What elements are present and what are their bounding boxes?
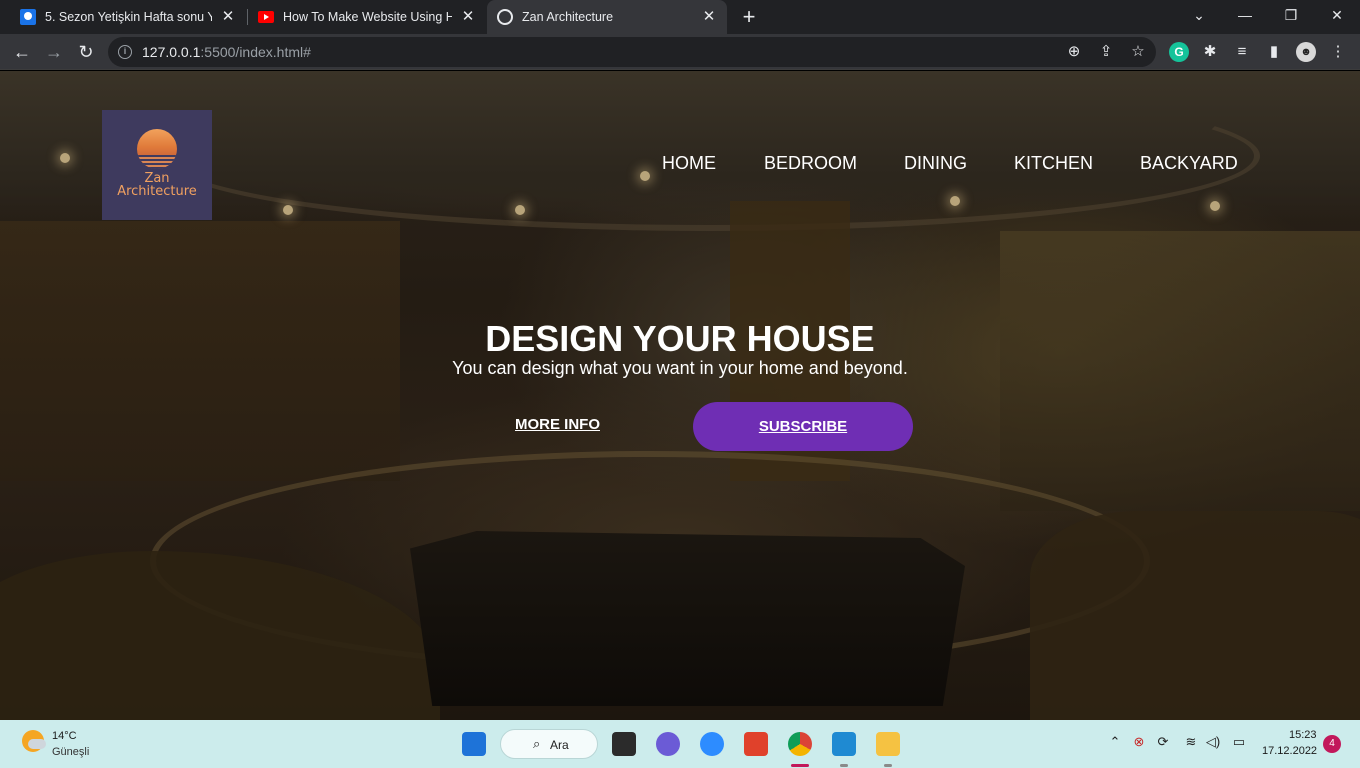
- logo-text: Zan Architecture: [102, 172, 212, 198]
- task-view-icon[interactable]: [612, 732, 636, 756]
- share-icon[interactable]: ⇪: [1096, 42, 1116, 62]
- battery-icon[interactable]: ▭: [1230, 734, 1248, 750]
- search-icon: ⌕: [533, 736, 541, 751]
- teams-chat-icon[interactable]: [656, 732, 680, 756]
- wifi-icon[interactable]: ≋: [1182, 734, 1200, 750]
- ceiling-light: [515, 205, 525, 215]
- site-info-icon[interactable]: i: [118, 45, 132, 59]
- chrome-active-indicator: [791, 764, 809, 767]
- clock-time[interactable]: 15:23: [1289, 729, 1317, 741]
- page-viewport: Zan Architecture HOME BEDROOM DINING KIT…: [0, 71, 1360, 720]
- nav-link-kitchen[interactable]: KITCHEN: [1014, 153, 1093, 175]
- maximize-button[interactable]: ❐: [1268, 0, 1314, 30]
- weather-temperature[interactable]: 14°C: [52, 730, 77, 742]
- ceiling-light: [1210, 201, 1220, 211]
- tab-title: 5. Sezon Yetişkin Hafta sonu Yazılım: [45, 10, 212, 24]
- logo-line-2: Architecture: [117, 184, 197, 199]
- side-panel-icon[interactable]: ▮: [1264, 42, 1284, 62]
- ceiling-light: [60, 153, 70, 163]
- logo-sun-icon: [137, 129, 177, 169]
- hero-subheadline: You can design what you want in your hom…: [452, 358, 908, 378]
- hero-headline: DESIGN YOUR HOUSE: [485, 318, 875, 359]
- url-host: 127.0.0.1: [142, 44, 201, 60]
- ceiling-light: [640, 171, 650, 181]
- media-control-icon[interactable]: ≡: [1232, 42, 1252, 62]
- clock-date[interactable]: 17.12.2022: [1262, 745, 1317, 757]
- back-button[interactable]: ←: [8, 38, 36, 66]
- browser-menu-icon[interactable]: ⋮: [1328, 42, 1348, 62]
- nav-link-dining[interactable]: DINING: [904, 153, 967, 175]
- classroom-icon: [20, 9, 36, 25]
- profile-avatar-icon[interactable]: ☻: [1296, 42, 1316, 62]
- extensions-puzzle-icon[interactable]: ✱: [1200, 42, 1220, 62]
- weather-description[interactable]: Güneşli: [52, 746, 89, 758]
- zoom-icon[interactable]: ⊕: [1064, 42, 1084, 62]
- volume-icon[interactable]: ◁): [1204, 734, 1222, 750]
- ceiling-light: [950, 196, 960, 206]
- vscode-icon[interactable]: [832, 732, 856, 756]
- youtube-icon: [258, 11, 274, 23]
- ceiling-light: [283, 205, 293, 215]
- close-tab-icon[interactable]: ✕: [701, 9, 717, 25]
- weather-icon[interactable]: [22, 730, 46, 752]
- sync-icon[interactable]: ⟳: [1154, 734, 1172, 750]
- more-info-link[interactable]: MORE INFO: [515, 416, 600, 433]
- close-window-button[interactable]: ✕: [1314, 0, 1360, 30]
- minimize-button[interactable]: —: [1222, 0, 1268, 30]
- url-path: :5500/index.html#: [200, 44, 311, 60]
- browser-toolbar: ← → ↻ i 127.0.0.1:5500/index.html# ⊕ ⇪ ☆…: [0, 34, 1360, 70]
- defender-icon[interactable]: ⊗: [1130, 734, 1148, 750]
- file-explorer-icon[interactable]: [876, 732, 900, 756]
- address-bar[interactable]: i 127.0.0.1:5500/index.html# ⊕ ⇪ ☆: [108, 37, 1156, 67]
- hero-right-sofa: [1030, 511, 1360, 720]
- subscribe-button[interactable]: SUBSCRIBE: [693, 402, 913, 451]
- start-menu-icon[interactable]: [462, 732, 486, 756]
- tab-title: How To Make Website Using HTML: [283, 10, 452, 24]
- close-tab-icon[interactable]: ✕: [460, 9, 476, 25]
- search-label: Ara: [550, 738, 569, 752]
- tab-zan-architecture[interactable]: Zan Architecture ✕: [487, 0, 727, 34]
- hero-coffee-table: [410, 531, 965, 706]
- grammarly-extension-icon[interactable]: G: [1169, 42, 1189, 62]
- globe-icon: [497, 9, 513, 25]
- taskbar-search[interactable]: ⌕ Ara: [500, 729, 598, 759]
- browser-tab-strip: 5. Sezon Yetişkin Hafta sonu Yazılım ✕ H…: [0, 0, 1360, 34]
- forward-button[interactable]: →: [40, 38, 68, 66]
- office-icon[interactable]: [744, 732, 768, 756]
- tab-classroom[interactable]: 5. Sezon Yetişkin Hafta sonu Yazılım ✕: [0, 0, 246, 34]
- notification-badge[interactable]: 4: [1323, 735, 1341, 753]
- site-logo[interactable]: Zan Architecture: [102, 110, 212, 220]
- tab-youtube[interactable]: How To Make Website Using HTML ✕: [248, 0, 486, 34]
- tray-overflow-chevron-icon[interactable]: ⌃: [1106, 734, 1124, 750]
- vscode-running-indicator: [840, 764, 848, 767]
- nav-link-bedroom[interactable]: BEDROOM: [764, 153, 857, 175]
- nav-link-backyard[interactable]: BACKYARD: [1140, 153, 1238, 175]
- tab-search-chevron-icon[interactable]: ⌄: [1176, 0, 1222, 30]
- tab-title: Zan Architecture: [522, 10, 614, 24]
- new-tab-button[interactable]: +: [736, 4, 762, 30]
- windows-taskbar: 14°C Güneşli ⌕ Ara ⌃ ⊗ ⟳ ≋ ◁) ▭ 15:23 17…: [0, 720, 1360, 768]
- url-text[interactable]: 127.0.0.1:5500/index.html#: [142, 44, 311, 60]
- close-tab-icon[interactable]: ✕: [220, 9, 236, 25]
- bookmark-star-icon[interactable]: ☆: [1128, 42, 1148, 62]
- reload-button[interactable]: ↻: [72, 38, 100, 66]
- zoom-app-icon[interactable]: [700, 732, 724, 756]
- nav-link-home[interactable]: HOME: [662, 153, 716, 175]
- chrome-icon[interactable]: [788, 732, 812, 756]
- explorer-running-indicator: [884, 764, 892, 767]
